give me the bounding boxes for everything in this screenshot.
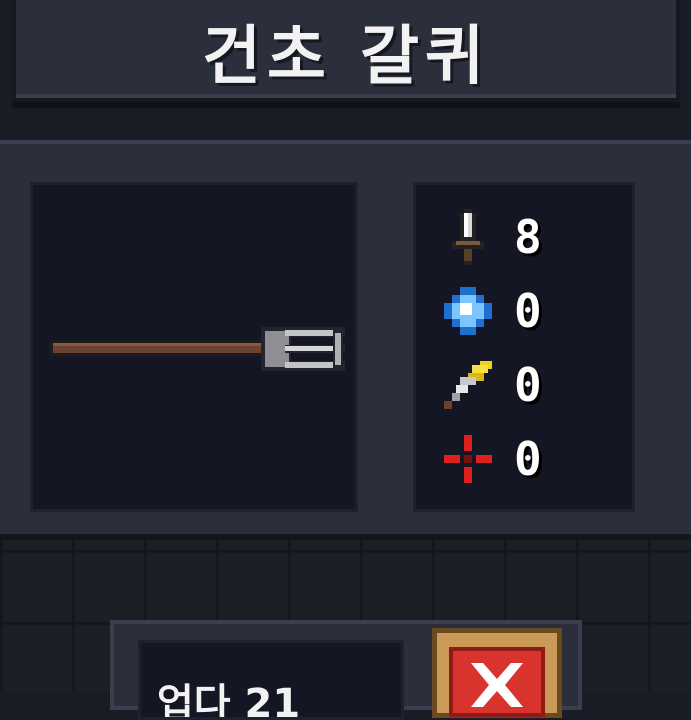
title-banner: 건초 갈퀴 [12, 0, 680, 102]
weapon-info-panel: 8 0 0 0 [0, 140, 691, 540]
bottom-action-panel: 업다 21 [110, 620, 582, 720]
accuracy-crosshair-icon [444, 435, 492, 483]
close-button[interactable] [432, 628, 562, 718]
stat-row-accuracy: 0 [440, 429, 620, 489]
stat-value-critical: 0 [514, 358, 542, 412]
pitchfork-icon [49, 327, 345, 371]
critical-feather-icon [444, 361, 492, 409]
weapon-preview [30, 182, 358, 512]
close-button-face[interactable] [449, 647, 545, 717]
damage-sword-icon [452, 209, 484, 265]
stat-value-damage: 8 [514, 210, 542, 264]
level-label: 업다 21 [138, 640, 404, 720]
close-icon [471, 663, 523, 707]
weapon-title: 건초 갈퀴 [202, 20, 490, 94]
stat-value-accuracy: 0 [514, 432, 542, 486]
stat-row-damage: 8 [440, 207, 620, 267]
stat-value-energy: 0 [514, 284, 542, 338]
stat-row-energy: 0 [440, 281, 620, 341]
stat-row-critical: 0 [440, 355, 620, 415]
weapon-stats: 8 0 0 0 [413, 182, 635, 512]
energy-crystal-icon [444, 287, 492, 335]
